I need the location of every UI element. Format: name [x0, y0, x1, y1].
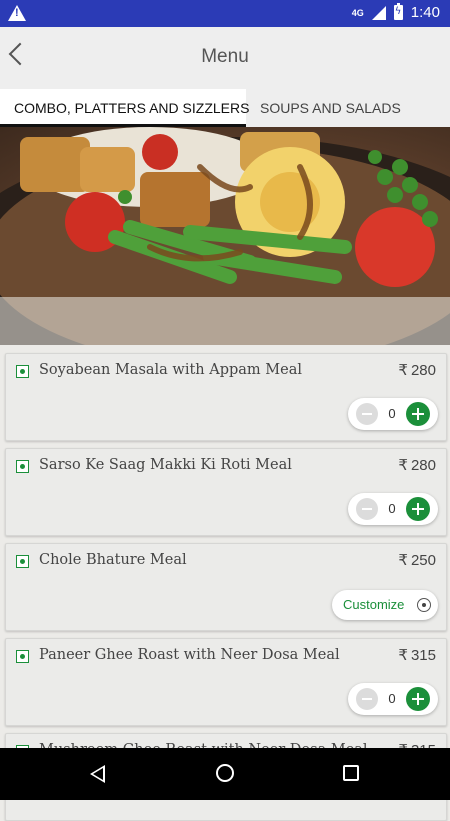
- customize-label: Customize: [343, 597, 405, 612]
- veg-indicator-icon: [16, 365, 29, 378]
- rupee-symbol: ₹: [398, 457, 408, 474]
- price-value: 280: [410, 362, 436, 379]
- item-price: ₹315: [398, 646, 436, 664]
- item-price: ₹280: [398, 456, 436, 474]
- item-price: ₹280: [398, 361, 436, 379]
- radio-icon: [417, 598, 431, 612]
- signal-icon: [371, 5, 386, 20]
- price-value: 315: [410, 647, 436, 664]
- tab-combo-platters-sizzlers[interactable]: COMBO, PLATTERS AND SIZZLERS: [0, 89, 249, 127]
- increment-button[interactable]: [406, 497, 430, 521]
- rupee-symbol: ₹: [398, 362, 408, 379]
- nav-home-icon[interactable]: [216, 764, 234, 782]
- decrement-button[interactable]: [356, 498, 378, 520]
- rupee-symbol: ₹: [398, 552, 408, 569]
- quantity-stepper: 0: [348, 683, 438, 715]
- network-type: 4G: [351, 7, 364, 18]
- quantity-stepper: 0: [348, 493, 438, 525]
- increment-button[interactable]: [406, 402, 430, 426]
- tab-soups-salads[interactable]: SOUPS AND SALADS: [246, 89, 415, 127]
- nav-back-icon[interactable]: [90, 765, 105, 783]
- item-name: Chole Bhature Meal: [39, 552, 187, 568]
- item-price: ₹250: [398, 551, 436, 569]
- category-hero-image: [0, 127, 450, 345]
- quantity-value: 0: [388, 691, 396, 706]
- battery-charging-icon: [393, 3, 403, 20]
- page-title: Menu: [201, 46, 249, 67]
- quantity-stepper: 0: [348, 398, 438, 430]
- veg-indicator-icon: [16, 460, 29, 473]
- system-navigation-bar: [0, 748, 450, 800]
- category-tabs: COMBO, PLATTERS AND SIZZLERS SOUPS AND S…: [0, 89, 450, 127]
- rupee-symbol: ₹: [398, 647, 408, 664]
- item-name: Sarso Ke Saag Makki Ki Roti Meal: [39, 457, 292, 473]
- price-value: 280: [410, 457, 436, 474]
- app-header: Menu: [0, 27, 450, 89]
- increment-button[interactable]: [406, 687, 430, 711]
- menu-item-card[interactable]: Paneer Ghee Roast with Neer Dosa Meal ₹3…: [5, 638, 447, 726]
- decrement-button[interactable]: [356, 403, 378, 425]
- status-bar: 4G 1:40: [0, 0, 450, 27]
- item-name: Paneer Ghee Roast with Neer Dosa Meal: [39, 647, 340, 663]
- nav-recents-icon[interactable]: [343, 765, 359, 781]
- clock: 1:40: [410, 4, 440, 21]
- customize-button[interactable]: Customize: [332, 590, 438, 620]
- quantity-value: 0: [388, 406, 396, 421]
- menu-item-card[interactable]: Soyabean Masala with Appam Meal ₹280 0: [5, 353, 447, 441]
- warning-icon: [8, 5, 26, 21]
- decrement-button[interactable]: [356, 688, 378, 710]
- veg-indicator-icon: [16, 650, 29, 663]
- item-name: Soyabean Masala with Appam Meal: [39, 362, 302, 378]
- veg-indicator-icon: [16, 555, 29, 568]
- menu-item-card[interactable]: Chole Bhature Meal ₹250 Customize: [5, 543, 447, 631]
- menu-item-card[interactable]: Sarso Ke Saag Makki Ki Roti Meal ₹280 0: [5, 448, 447, 536]
- quantity-value: 0: [388, 501, 396, 516]
- sizzler-plate-image: [0, 127, 450, 345]
- status-indicators: 4G 1:40: [351, 3, 440, 21]
- price-value: 250: [410, 552, 436, 569]
